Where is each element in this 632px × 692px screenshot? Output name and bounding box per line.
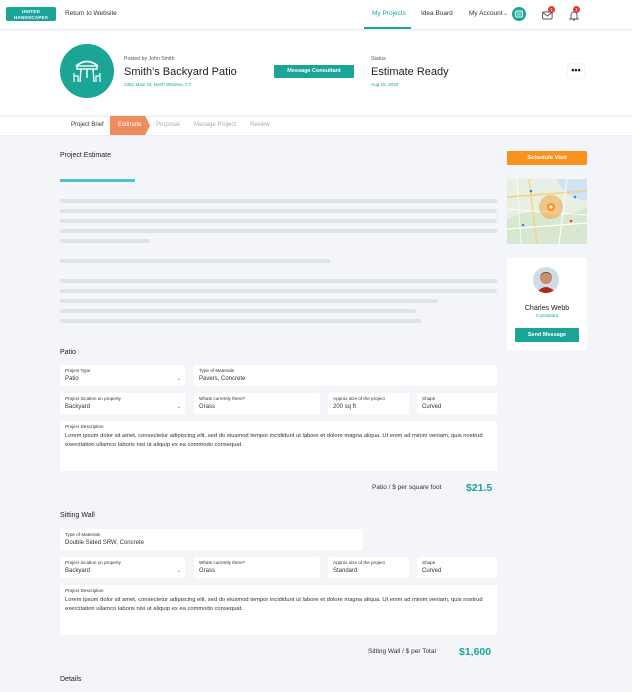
message-consultant-button[interactable]: Message Consultant xyxy=(274,65,354,78)
wall-materials-field[interactable]: Type of Materials Double Sided SRW, Conc… xyxy=(60,529,363,550)
nav-my-projects[interactable]: My Projects xyxy=(372,10,406,17)
status-date: Aug 15, 2020 xyxy=(371,82,399,87)
placeholder-line xyxy=(60,219,497,223)
field-value: Curved xyxy=(422,568,442,574)
logo[interactable]: UNITED HANDSCAPES xyxy=(6,7,56,21)
wall-currently-field[interactable]: Whats currently there? Grass xyxy=(194,557,320,578)
field-value: 200 sq ft xyxy=(333,404,357,410)
field-label: Project Type xyxy=(65,368,91,373)
placeholder-line xyxy=(60,279,497,283)
project-address[interactable]: 2351 Main St, North Windsor, CT xyxy=(124,82,191,87)
field-value: Pavers, Concrete xyxy=(199,376,246,382)
patio-description-field[interactable]: Project Description Lorem ipsum dolor si… xyxy=(60,421,497,471)
wall-section-title: Sitting Wall xyxy=(60,512,95,519)
status-label: Status xyxy=(371,56,386,62)
user-icon xyxy=(515,10,523,18)
estimate-title: Project Estimate xyxy=(60,152,111,159)
patio-table-icon xyxy=(73,60,101,83)
field-value: Lorem ipsum dolor sit amet, consectetur … xyxy=(65,433,483,448)
consultant-role: Consultant xyxy=(536,313,558,318)
account-avatar[interactable] xyxy=(512,7,526,21)
placeholder-line xyxy=(60,319,421,323)
patio-size-field[interactable]: Approx size of the project 200 sq ft xyxy=(328,393,409,414)
patio-project-type-select[interactable]: Project Type Patio ⌄ xyxy=(60,365,185,386)
wall-location-select[interactable]: Project location on property Backyard ⌄ xyxy=(60,557,185,578)
wall-price-label: Sitting Wall / $ per Total xyxy=(368,648,436,655)
messages-badge: 1 xyxy=(548,6,555,13)
field-label: Shape xyxy=(422,396,436,401)
avatar-photo xyxy=(533,267,559,293)
placeholder-line xyxy=(60,239,150,243)
field-value: Standard xyxy=(333,568,358,574)
return-to-website-link[interactable]: Return to Website xyxy=(65,10,117,17)
patio-price-label: Patio / $ per square foot xyxy=(372,484,442,491)
patio-location-select[interactable]: Project location on property Backyard ⌄ xyxy=(60,393,185,414)
field-label: Type of Materials xyxy=(199,368,234,373)
logo-line-2: HANDSCAPES xyxy=(13,14,49,20)
field-label: Project location on property xyxy=(65,560,121,565)
wall-price-value: $1,600 xyxy=(459,646,492,658)
tab-project-brief[interactable]: Project Brief xyxy=(71,122,104,128)
placeholder-line xyxy=(60,309,416,313)
field-value: Backyard xyxy=(65,568,91,574)
field-label: Whats currently there? xyxy=(199,396,246,401)
field-label: Type of Materials xyxy=(65,532,100,537)
field-value: Grass xyxy=(199,568,216,574)
tab-proposal[interactable]: Proposal xyxy=(156,122,180,128)
tab-review[interactable]: Review xyxy=(250,122,270,128)
status-value: Estimate Ready xyxy=(371,66,449,78)
nav-my-account[interactable]: My Account xyxy=(469,10,503,17)
consultant-avatar xyxy=(533,267,559,293)
tab-estimate[interactable]: Estimate xyxy=(110,116,150,135)
field-value: Patio xyxy=(65,376,79,382)
posted-by: Posted by John Smith xyxy=(124,56,175,62)
chevron-down-icon[interactable]: ⌄ xyxy=(503,10,508,17)
field-label: Project location on property xyxy=(65,396,121,401)
placeholder-line xyxy=(60,199,497,203)
placeholder-line xyxy=(60,229,497,233)
wall-size-field[interactable]: Approx size of the project Standard xyxy=(328,557,409,578)
chevron-down-icon: ⌄ xyxy=(176,568,181,574)
tab-manage-project[interactable]: Manage Project xyxy=(194,122,236,128)
project-title: Smith's Backyard Patio xyxy=(124,66,237,78)
tab-estimate-label: Estimate xyxy=(118,122,142,128)
send-message-button[interactable]: Send Message xyxy=(515,328,579,342)
schedule-visit-button[interactable]: Schedule Visit xyxy=(507,151,587,165)
patio-price-value: $21.5 xyxy=(466,482,493,494)
patio-shape-field[interactable]: Shape Curved xyxy=(417,393,497,414)
field-label: Project Description xyxy=(65,424,104,429)
field-label: Approx size of the project xyxy=(333,396,385,401)
placeholder-line xyxy=(60,259,330,263)
estimate-accent-bar xyxy=(60,179,135,182)
wall-description-field[interactable]: Project Description Lorem ipsum dolor si… xyxy=(60,585,497,635)
placeholder-line xyxy=(60,209,497,213)
field-label: Approx size of the project xyxy=(333,560,385,565)
field-value: Lorem ipsum dolor sit amet, consectetur … xyxy=(65,597,483,612)
project-avatar xyxy=(60,44,114,98)
patio-currently-field[interactable]: Whats currently there? Grass xyxy=(194,393,320,414)
notifications-badge: 1 xyxy=(573,6,580,13)
field-label: Project Description xyxy=(65,588,104,593)
details-section-title: Details xyxy=(60,676,82,683)
consultant-name: Charles Webb xyxy=(524,305,570,312)
more-options-button[interactable]: ••• xyxy=(568,64,584,78)
patio-materials-field[interactable]: Type of Materials Pavers, Concrete xyxy=(194,365,497,386)
location-map[interactable] xyxy=(507,179,587,244)
field-value: Grass xyxy=(199,404,216,410)
field-value: Double Sided SRW, Concrete xyxy=(65,540,144,546)
placeholder-line xyxy=(60,289,497,293)
placeholder-line xyxy=(60,299,438,303)
nav-active-underline xyxy=(364,27,411,29)
chevron-down-icon: ⌄ xyxy=(176,404,181,410)
chevron-down-icon: ⌄ xyxy=(176,376,181,382)
patio-section-title: Patio xyxy=(60,349,76,356)
map-image xyxy=(507,179,587,244)
field-value: Curved xyxy=(422,404,442,410)
field-value: Backyard xyxy=(65,404,91,410)
field-label: Whats currently there? xyxy=(199,560,246,565)
wall-shape-field[interactable]: Shape Curved xyxy=(417,557,497,578)
field-label: Shape xyxy=(422,560,436,565)
nav-idea-board[interactable]: Idea Board xyxy=(421,10,453,17)
